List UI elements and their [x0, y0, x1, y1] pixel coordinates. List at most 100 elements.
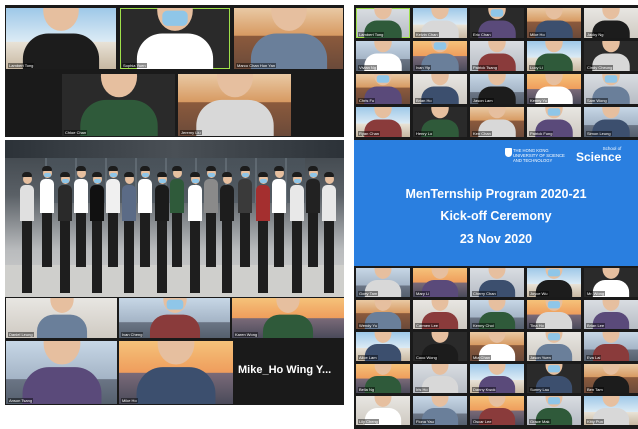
participant-name-label: Daniel Leung [8, 332, 34, 337]
group-member [20, 172, 34, 293]
participant-name-label: Ryan Chan [358, 131, 381, 136]
video-tile[interactable]: Sophia Yuen [120, 8, 230, 69]
participant-name-label: Cindy Cheung [586, 65, 614, 70]
video-tile[interactable]: Karen Wong [232, 298, 344, 338]
ceiling-lights [5, 140, 344, 158]
video-tile[interactable]: Mr. Wong [584, 268, 638, 297]
school-logo: School of Science [576, 146, 621, 164]
participant-name-label: Simon Leung [586, 131, 612, 136]
participant-name-label: Sophia Yuen [122, 63, 147, 68]
participant-name-label: Grace Mak [529, 419, 551, 424]
participant-name-label: Joyce Wu [529, 291, 549, 296]
video-tile[interactable]: Tina Ho [527, 300, 581, 329]
group-member [90, 172, 104, 293]
school-name: Science [576, 150, 622, 164]
video-tile[interactable]: Eva Lai [584, 332, 638, 361]
group-member [138, 166, 152, 267]
video-tile[interactable]: Ivan Cheng [119, 298, 230, 338]
video-tile[interactable]: Danny Kwok [470, 364, 524, 393]
video-tile[interactable]: Mike Ho [527, 8, 581, 38]
participant-name-label: Ben Tam [586, 387, 604, 392]
video-tile[interactable]: Ben Tam [584, 364, 638, 393]
video-tile[interactable]: Wendy Yu [356, 300, 410, 329]
participant-name-label: Brian Lee [586, 323, 606, 328]
video-tile[interactable]: Fiona Yau [413, 396, 467, 425]
video-tile[interactable]: Kenny Choi [470, 300, 524, 329]
video-tile[interactable]: Kelvin Chan [413, 8, 467, 38]
participant-name-label: Coco Wong [415, 355, 438, 360]
video-tile[interactable]: Daniel Leung [6, 298, 117, 338]
video-tile[interactable]: Brian Ho [413, 74, 467, 104]
group-member [188, 172, 202, 293]
participant-name-label: Chloe Chan [64, 130, 88, 135]
video-tile[interactable]: Coco Wong [413, 332, 467, 361]
video-tile[interactable]: Lucy Li [527, 41, 581, 71]
video-tile[interactable]: Ryan Chan [356, 107, 410, 137]
video-tile[interactable]: Brian Lee [584, 300, 638, 329]
participant-name-label: Kenny Yu [529, 98, 549, 103]
video-tile[interactable]: Mia Chan [470, 332, 524, 361]
video-tile[interactable]: Patrick Fung [527, 107, 581, 137]
video-tile[interactable]: Chloe Chan [62, 74, 175, 136]
video-tile[interactable]: Kitty Pun [584, 396, 638, 425]
video-tile[interactable]: Cherry Chan [470, 268, 524, 297]
participant-name-label: Mary Li [415, 291, 431, 296]
video-tile[interactable]: Ken Chan [470, 107, 524, 137]
participant-avatar [250, 8, 327, 69]
video-tile[interactable]: Sunny Lau [527, 364, 581, 393]
video-tile[interactable]: Lily Cheng [356, 396, 410, 425]
video-tile[interactable]: Carmen Lee [413, 300, 467, 329]
video-tile[interactable]: Bella Ng [356, 364, 410, 393]
participant-name-label: Kelvin Chan [415, 32, 439, 37]
group-member [290, 172, 304, 293]
participant-avatar [22, 341, 101, 404]
video-tile[interactable]: Lambert Tong [356, 8, 410, 38]
participant-name-label: Lambert Tong [8, 63, 35, 68]
participant-name-label: Marco Chan Hon Yan [236, 63, 277, 68]
group-member [122, 172, 136, 293]
participant-name-label: Cherry Chan [472, 291, 497, 296]
participant-name-label: Alice Lam [358, 355, 378, 360]
participant-avatar [149, 298, 200, 338]
group-member [238, 166, 252, 267]
video-tile[interactable]: Iris Ho [413, 364, 467, 393]
video-tile[interactable]: Kenny Yu [527, 74, 581, 104]
video-tile[interactable]: Chris Fu [356, 74, 410, 104]
video-tile[interactable]: Grace Mak [527, 396, 581, 425]
video-tile[interactable]: Jeremy Liu [178, 74, 291, 136]
video-tile[interactable]: Henry Lo [413, 107, 467, 137]
video-tile[interactable]: Ivan Yip [413, 41, 467, 71]
video-tile[interactable]: Mike Ho [119, 341, 233, 404]
video-tile[interactable]: Jason Lam [470, 74, 524, 104]
participant-name-label: Lily Cheng [358, 419, 379, 424]
video-tile[interactable]: Jacky Ng [584, 8, 638, 38]
participant-name-label: Sunny Lau [529, 387, 551, 392]
video-tile[interactable]: Oscar Lee [470, 396, 524, 425]
participant-name-label: Anson Tsang [8, 398, 34, 403]
video-tile[interactable]: Patrick Tsang [470, 41, 524, 71]
participant-name-label: Jason Lam [472, 98, 494, 103]
video-tile[interactable]: Eric Chan [470, 8, 524, 38]
video-tile[interactable]: Cindy Cheung [584, 41, 638, 71]
video-tile[interactable]: Jason Yuen [527, 332, 581, 361]
participant-name-label: Oscar Lee [472, 419, 493, 424]
banner-title-line1: MenTernship Program 2020-21 [405, 187, 587, 201]
participant-name-label: Jason Yuen [529, 355, 552, 360]
video-tile[interactable]: Alice Lam [356, 332, 410, 361]
video-tile[interactable]: Sam Wong [584, 74, 638, 104]
participant-name-label: Carmen Lee [415, 323, 440, 328]
video-tile[interactable]: Lambert Tong [6, 8, 116, 69]
video-tile[interactable]: Vivian Ng [356, 41, 410, 71]
video-tile[interactable]: Simon Leung [584, 107, 638, 137]
video-tile[interactable]: Anson Tsang [6, 341, 117, 404]
video-tile[interactable]: Goey Tam [356, 268, 410, 297]
participant-name-label: Kitty Pun [586, 419, 605, 424]
video-tile[interactable]: Marco Chan Hon Yan [234, 8, 343, 69]
participant-name-label: Tina Ho [529, 323, 545, 328]
video-tile[interactable]: Mary Li [413, 268, 467, 297]
participant-name-label: Patrick Fung [529, 131, 554, 136]
video-tile[interactable]: Joyce Wu [527, 268, 581, 297]
group-member [58, 172, 72, 293]
group-member [256, 172, 270, 293]
participant-name-label: Jacky Ng [586, 32, 605, 37]
